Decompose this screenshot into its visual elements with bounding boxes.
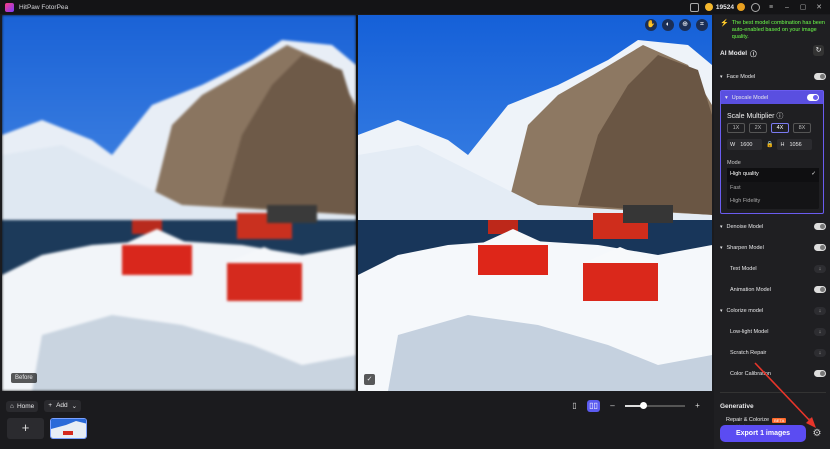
height-field[interactable]: H 1056 (777, 139, 813, 150)
caret-icon: ▾ (720, 74, 723, 80)
menu-icon[interactable]: ≡ (766, 4, 776, 11)
width-field[interactable]: W 1600 (727, 139, 762, 150)
face-model-toggle[interactable] (814, 73, 826, 80)
download-icon[interactable]: ↓ (814, 307, 826, 315)
close-button[interactable]: ✕ (814, 3, 824, 11)
bottom-bar: ⌂ Home + Add ⌄ + ▯ ▯▯ – + (0, 393, 714, 449)
ai-model-title: AI Model ⓘ (720, 48, 757, 59)
info-icon: ⚡ (720, 20, 729, 27)
notice-banner: ⚡ The best model combination has been aut… (720, 20, 828, 41)
download-icon[interactable]: ↓ (814, 265, 826, 273)
info-icon[interactable]: ⓘ (750, 48, 757, 58)
multiplier-8x[interactable]: 8X (793, 123, 811, 133)
after-image (358, 15, 712, 391)
add-credits-icon[interactable] (737, 3, 745, 11)
preview-canvas: Before ✋ ◐ ⊕ ⌗ ✓ (2, 15, 712, 391)
after-check-icon: ✓ (364, 374, 375, 385)
animation-model-row: Animation Model (720, 283, 826, 297)
divider (720, 392, 826, 393)
notice-text: The best model combination has been auto… (731, 20, 825, 40)
zoom-out-button[interactable]: – (606, 400, 619, 412)
zoom-in-button[interactable]: + (691, 400, 704, 412)
sharpen-model-row[interactable]: ▾ Sharpen Model (720, 241, 826, 255)
account-icon[interactable] (751, 2, 760, 12)
caret-icon: ▾ (720, 308, 723, 314)
image-thumbnail[interactable] (50, 418, 87, 439)
color-calibration-row: Color Calibration (720, 367, 826, 381)
gear-icon[interactable]: ⚙ (811, 428, 823, 440)
denoise-toggle[interactable] (814, 223, 826, 230)
compare-icon[interactable]: ◐ (662, 19, 674, 31)
settings-panel: ⚡ The best model combination has been aut… (714, 15, 830, 449)
animation-toggle[interactable] (814, 286, 826, 293)
mode-high-quality[interactable]: High quality ✓ (727, 168, 819, 182)
caret-icon: ▾ (720, 224, 723, 230)
lowlight-model-row: Low-light Model ↓ (720, 325, 826, 339)
text-model-row: Text Model ↓ (720, 262, 826, 276)
upscale-model-card: ▾ Upscale Model Scale Multiplier ⓘ 1X 2X … (720, 90, 824, 214)
home-tab[interactable]: ⌂ Home (6, 400, 39, 412)
generative-title: Generative (720, 403, 754, 410)
after-pane: ✋ ◐ ⊕ ⌗ ✓ (358, 15, 712, 391)
before-pane: Before (2, 15, 356, 391)
before-label: Before (11, 373, 37, 383)
mode-dropdown[interactable]: High quality ✓ Fast High Fidelity (727, 168, 819, 209)
face-model-label: Face Model (726, 74, 756, 80)
add-label: Add (56, 402, 68, 409)
chevron-down-icon[interactable]: ⌄ (72, 402, 77, 410)
home-tab-label: Home (16, 402, 35, 410)
app-title: HitPaw FotorPea (19, 3, 69, 11)
discord-icon[interactable] (689, 2, 699, 12)
caret-icon: ▾ (725, 94, 728, 101)
crop-icon[interactable]: ⌗ (696, 19, 708, 31)
upscale-model-label: Upscale Model (731, 94, 769, 101)
zoom-slider[interactable] (625, 402, 685, 409)
beta-badge: BETA (772, 417, 787, 423)
sharpen-toggle[interactable] (814, 244, 826, 251)
minimize-button[interactable]: – (782, 4, 792, 11)
before-image (2, 15, 356, 391)
scale-multiplier-title: Scale Multiplier ⓘ (727, 113, 784, 120)
credits-badge[interactable]: 19524 (704, 3, 745, 11)
add-image-tile[interactable]: + (7, 418, 44, 439)
repair-colorize-item[interactable]: Repair & Colorize BETA › (726, 417, 811, 423)
multiplier-4x[interactable]: 4X (771, 123, 789, 133)
zoom-icon[interactable]: ⊕ (679, 19, 691, 31)
app-logo (5, 2, 14, 12)
maximize-button[interactable]: ▢ (798, 3, 808, 11)
plus-icon: + (48, 402, 53, 409)
colorize-model-row[interactable]: ▾ Colorize model ↓ (720, 304, 826, 318)
info-icon[interactable]: ⓘ (776, 113, 783, 120)
multiplier-2x[interactable]: 2X (749, 123, 767, 133)
split-view-button[interactable]: ▯▯ (587, 400, 600, 412)
lock-icon[interactable]: 🔒 (766, 141, 773, 148)
check-icon: ✓ (811, 171, 816, 177)
reset-button[interactable]: ↻ (813, 45, 824, 56)
hand-tool-icon[interactable]: ✋ (645, 19, 657, 31)
download-icon[interactable]: ↓ (814, 328, 826, 336)
denoise-model-row[interactable]: ▾ Denoise Model (720, 220, 826, 234)
title-bar: HitPaw FotorPea 19524 ≡ – ▢ ✕ (0, 0, 830, 14)
export-button[interactable]: Export 1 images (720, 425, 806, 442)
single-view-button[interactable]: ▯ (568, 400, 581, 412)
caret-icon: ▾ (720, 245, 723, 251)
credits-value: 19524 (715, 3, 734, 11)
face-model-row[interactable]: ▾ Face Model (720, 70, 826, 84)
color-calibration-toggle[interactable] (814, 370, 826, 377)
coin-icon (704, 3, 713, 11)
scratch-repair-row: Scratch Repair ↓ (720, 346, 826, 360)
multiplier-1x[interactable]: 1X (727, 123, 745, 133)
download-icon[interactable]: ↓ (814, 349, 826, 357)
zoom-slider-knob[interactable] (640, 402, 647, 409)
mode-high-fidelity[interactable]: High Fidelity (727, 195, 819, 209)
mode-label: Mode (727, 160, 741, 166)
upscale-model-header[interactable]: ▾ Upscale Model (721, 91, 823, 104)
add-button[interactable]: + Add ⌄ (44, 400, 82, 412)
upscale-model-toggle[interactable] (807, 94, 819, 101)
home-icon: ⌂ (10, 402, 14, 410)
chevron-right-icon: › (809, 417, 812, 423)
mode-fast[interactable]: Fast (727, 182, 819, 196)
